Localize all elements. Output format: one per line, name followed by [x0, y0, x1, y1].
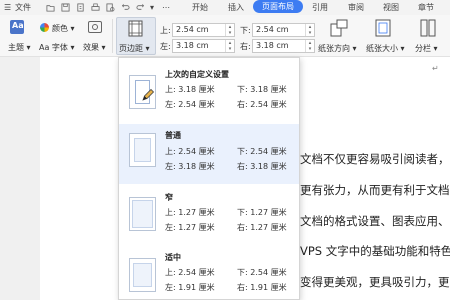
- document-text-line[interactable]: 文档的格式设置、图表应用、: [300, 213, 450, 229]
- preset-top-value: 上: 3.18 厘米: [165, 85, 215, 94]
- theme-icon[interactable]: Aa: [10, 20, 24, 34]
- preset-right-value: 右: 2.54 厘米: [237, 100, 287, 109]
- margin-preset-narrow[interactable]: 窄 上: 1.27 厘米 下: 1.27 厘米 左: 1.27 厘米 右: 1.…: [119, 184, 299, 244]
- preset-name: 普通: [165, 131, 181, 140]
- margins-icon: [128, 20, 143, 37]
- chevron-down-icon: ▾: [24, 43, 31, 52]
- open-folder-icon[interactable]: [46, 3, 55, 12]
- preset-name: 适中: [165, 253, 181, 262]
- preset-name: 窄: [165, 193, 173, 202]
- page-thumbnail: [129, 258, 156, 292]
- tab-page-layout[interactable]: 页面布局: [253, 0, 303, 13]
- preset-bottom-value: 下: 3.18 厘米: [237, 85, 287, 94]
- print-icon[interactable]: [91, 3, 100, 12]
- separator: [112, 19, 113, 53]
- edit-pencil-icon: [142, 88, 155, 101]
- palette-icon: [40, 23, 49, 32]
- chevron-down-icon: ▾: [431, 44, 438, 53]
- export-pdf-icon[interactable]: [76, 3, 85, 12]
- orientation-icon: [330, 19, 348, 37]
- theme-button[interactable]: 主题 ▾: [8, 42, 31, 53]
- ribbon: Aa 主题 ▾ 颜色 ▾ Aa 字体 ▾ 效果 ▾ 页边距 ▾ 上: 2.54 …: [0, 15, 450, 57]
- preset-left-value: 左: 1.27 厘米: [165, 223, 215, 232]
- preset-top-value: 上: 2.54 厘米: [165, 147, 215, 156]
- chevron-down-icon: ▾: [398, 44, 405, 53]
- stepper-icon[interactable]: ▴ ▾: [225, 40, 234, 52]
- preset-left-value: 左: 1.91 厘米: [165, 283, 215, 292]
- chevron-down-icon: ▾: [67, 43, 75, 52]
- left-margin-label: 左:: [160, 42, 171, 51]
- font-button[interactable]: Aa 字体 ▾: [39, 42, 74, 53]
- page-thumbnail: [129, 133, 156, 167]
- print-preview-icon[interactable]: [106, 3, 115, 12]
- menu-bar: ☰ 文件 ▾ ⋯ 开始 插入 页面布局 引用 审阅 视图 章节: [0, 0, 450, 15]
- columns-button[interactable]: 分栏 ▾: [415, 43, 438, 54]
- chevron-down-icon: ▾: [350, 44, 357, 53]
- margin-preset-moderate[interactable]: 适中 上: 2.54 厘米 下: 2.54 厘米 左: 1.91 厘米 右: 1…: [119, 244, 299, 299]
- orientation-button[interactable]: 纸张方向 ▾: [318, 43, 357, 54]
- bottom-margin-field[interactable]: 2.54 cm ▴ ▾: [252, 23, 315, 37]
- effects-button[interactable]: 效果 ▾: [83, 42, 106, 53]
- tab-references[interactable]: 引用: [312, 0, 328, 15]
- chevron-down-icon: ▾: [68, 24, 75, 33]
- paper-size-icon: [375, 19, 391, 37]
- tab-insert[interactable]: 插入: [228, 0, 244, 15]
- chevron-down-icon: ▾: [99, 43, 106, 52]
- preset-bottom-value: 下: 1.27 厘米: [237, 208, 287, 217]
- file-menu[interactable]: 文件: [15, 0, 31, 15]
- stepper-icon[interactable]: ▴ ▾: [305, 40, 314, 52]
- save-icon[interactable]: [61, 3, 70, 12]
- page-thumbnail: [129, 197, 156, 231]
- hamburger-icon[interactable]: ☰: [4, 0, 11, 15]
- preset-bottom-value: 下: 2.54 厘米: [237, 147, 287, 156]
- margin-preset-last-custom[interactable]: 上次的自定义设置 上: 3.18 厘米 下: 3.18 厘米 左: 2.54 厘…: [119, 62, 299, 122]
- document-text-line[interactable]: 文档不仅更容易吸引阅读者，: [300, 151, 450, 167]
- effects-icon[interactable]: [88, 21, 102, 33]
- tab-home[interactable]: 开始: [192, 0, 208, 15]
- preset-left-value: 左: 2.54 厘米: [165, 100, 215, 109]
- document-text-line[interactable]: VPS 文字中的基础功能和特色: [300, 243, 450, 259]
- colors-button[interactable]: 颜色 ▾: [52, 23, 75, 34]
- tab-chapter[interactable]: 章节: [418, 0, 434, 15]
- tab-review[interactable]: 审阅: [348, 0, 364, 15]
- paper-size-button[interactable]: 纸张大小 ▾: [366, 43, 405, 54]
- preset-top-value: 上: 2.54 厘米: [165, 268, 215, 277]
- right-margin-field[interactable]: 3.18 cm ▴ ▾: [252, 39, 315, 53]
- preset-left-value: 左: 3.18 厘米: [165, 162, 215, 171]
- preset-right-value: 右: 1.27 厘米: [237, 223, 287, 232]
- stepper-icon[interactable]: ▴ ▾: [305, 24, 314, 36]
- document-text-line[interactable]: 变得更美观，更具吸引力，更: [300, 274, 450, 290]
- columns-icon: [420, 19, 436, 37]
- left-margin-field[interactable]: 3.18 cm ▴ ▾: [172, 39, 235, 53]
- preset-top-value: 上: 1.27 厘米: [165, 208, 215, 217]
- undo-icon[interactable]: [121, 3, 130, 12]
- margins-label: 页边距 ▾: [119, 44, 150, 53]
- document-text-line[interactable]: 更有张力，从而更有利于文档: [300, 182, 450, 198]
- margins-dropdown: 上次的自定义设置 上: 3.18 厘米 下: 3.18 厘米 左: 2.54 厘…: [118, 57, 300, 300]
- paragraph-mark: ↵: [432, 64, 439, 73]
- chevron-down-icon: ▾: [143, 44, 150, 53]
- margin-preset-normal[interactable]: 普通 上: 2.54 厘米 下: 2.54 厘米 左: 3.18 厘米 右: 3…: [119, 124, 299, 184]
- tab-view[interactable]: 视图: [383, 0, 399, 15]
- quick-access-dropdown-icon[interactable]: ▾: [150, 0, 154, 15]
- bottom-margin-label: 下:: [240, 26, 251, 35]
- right-margin-label: 右:: [240, 42, 251, 51]
- preset-bottom-value: 下: 2.54 厘米: [237, 268, 287, 277]
- preset-right-value: 右: 1.91 厘米: [237, 283, 287, 292]
- more-icon[interactable]: ⋯: [162, 0, 170, 15]
- preset-name: 上次的自定义设置: [165, 70, 229, 79]
- top-margin-label: 上:: [160, 26, 171, 35]
- preset-right-value: 右: 3.18 厘米: [237, 162, 287, 171]
- redo-icon[interactable]: [136, 3, 145, 12]
- stepper-icon[interactable]: ▴ ▾: [225, 24, 234, 36]
- top-margin-field[interactable]: 2.54 cm ▴ ▾: [172, 23, 235, 37]
